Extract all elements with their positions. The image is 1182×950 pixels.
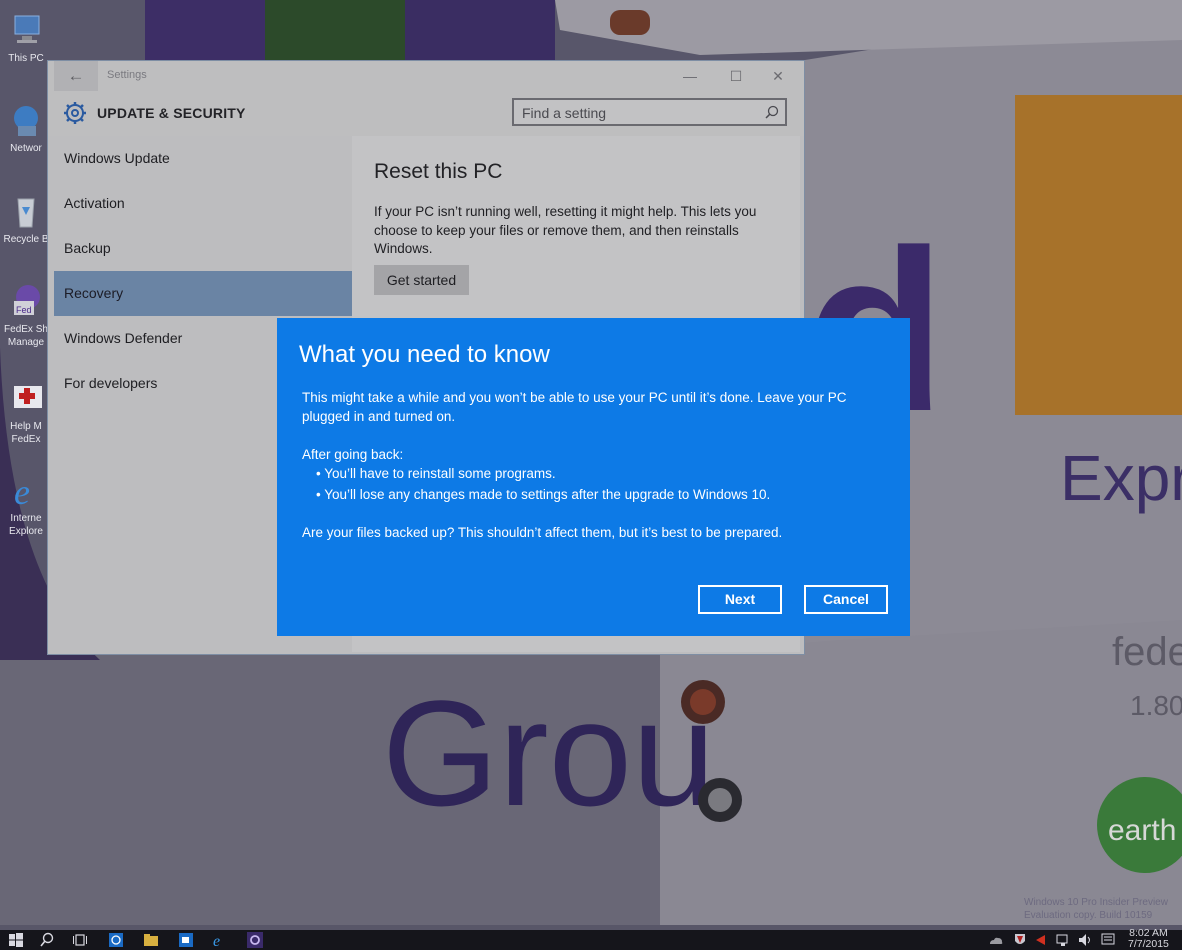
start-windows-icon[interactable] bbox=[8, 932, 24, 948]
close-button[interactable]: ✕ bbox=[756, 61, 800, 91]
recycle-bin-icon bbox=[17, 198, 35, 228]
desktop-icon-recycle-bin[interactable]: Recycle B bbox=[0, 193, 52, 246]
desktop-icon-label: FedEx Sh Manage bbox=[4, 324, 48, 348]
internet-explorer-icon[interactable]: e bbox=[212, 932, 228, 948]
dialog-paragraph: Are your files backed up? This shouldn’t… bbox=[302, 525, 783, 540]
desktop-icon-internet-explorer[interactable]: e Interne Explore bbox=[0, 472, 52, 538]
desktop-icon-label: Help M FedEx bbox=[10, 421, 42, 445]
page-title: UPDATE & SECURITY bbox=[97, 105, 246, 121]
desktop-icon-label: Networ bbox=[10, 143, 42, 154]
volume-icon[interactable] bbox=[1077, 932, 1093, 948]
back-button[interactable]: ← bbox=[54, 61, 98, 91]
dialog-paragraph: This might take a while and you won’t be… bbox=[302, 390, 847, 424]
svg-text:fede: fede bbox=[1112, 630, 1182, 674]
sidebar-item-windows-update[interactable]: Windows Update bbox=[54, 136, 352, 181]
desktop-icon-help-fedex[interactable]: Help M FedEx bbox=[0, 380, 52, 446]
back-arrow-icon: ← bbox=[67, 66, 85, 85]
window-titlebar[interactable]: ← Settings — ☐ ✕ bbox=[48, 61, 804, 91]
next-button[interactable]: Next bbox=[698, 585, 782, 614]
svg-text:Fed: Fed bbox=[16, 305, 32, 315]
maximize-button[interactable]: ☐ bbox=[714, 61, 758, 91]
dialog-bullet-list: You’ll have to reinstall some programs. … bbox=[302, 464, 892, 504]
help-fedex-icon bbox=[14, 386, 42, 408]
svg-text:earth: earth bbox=[1108, 814, 1176, 847]
window-title: Settings bbox=[107, 69, 147, 81]
this-pc-icon bbox=[14, 15, 40, 43]
taskbar-clock[interactable]: 8:02 AM 7/7/2015 bbox=[1128, 928, 1169, 950]
desktop-icon-label: Recycle B bbox=[3, 234, 49, 245]
settings-header: UPDATE & SECURITY bbox=[48, 91, 804, 136]
close-icon: ✕ bbox=[772, 68, 784, 84]
desktop-icon-network[interactable]: Networ bbox=[0, 102, 52, 155]
task-view-icon[interactable] bbox=[72, 932, 88, 948]
network-icon bbox=[14, 106, 38, 136]
svg-text:e: e bbox=[14, 472, 30, 510]
svg-text:e: e bbox=[213, 933, 220, 948]
dialog-subheading: After going back: bbox=[302, 447, 404, 462]
fedex-ship-manager-icon: Fed bbox=[14, 285, 40, 315]
minimize-button[interactable]: — bbox=[668, 61, 712, 91]
desktop-icon-fedex-ship-manager[interactable]: Fed FedEx Sh Manage bbox=[0, 283, 52, 349]
network-status-icon[interactable] bbox=[1055, 932, 1071, 948]
list-item: You’ll have to reinstall some programs. bbox=[316, 464, 892, 483]
evaluation-watermark: Windows 10 Pro Insider Preview Evaluatio… bbox=[1024, 897, 1168, 921]
desktop-icon-label: Interne Explore bbox=[9, 513, 43, 537]
search-icon[interactable] bbox=[39, 932, 55, 948]
dialog-body: This might take a while and you won’t be… bbox=[302, 388, 892, 542]
outlook-icon[interactable] bbox=[178, 932, 194, 948]
svg-text:1.800: 1.800 bbox=[1130, 690, 1182, 721]
list-item: You’ll lose any changes made to settings… bbox=[316, 485, 892, 504]
cancel-button[interactable]: Cancel bbox=[804, 585, 888, 614]
maximize-icon: ☐ bbox=[729, 68, 743, 84]
svg-text:Grou: Grou bbox=[382, 669, 715, 837]
what-you-need-to-know-dialog: What you need to know This might take a … bbox=[277, 318, 910, 636]
search-input[interactable] bbox=[522, 104, 757, 122]
file-explorer-icon[interactable] bbox=[143, 932, 159, 948]
antivirus-icon[interactable] bbox=[1012, 932, 1028, 948]
clock-date: 7/7/2015 bbox=[1128, 938, 1169, 950]
action-center-icon[interactable] bbox=[1100, 932, 1116, 948]
flag-alert-icon[interactable] bbox=[1032, 932, 1048, 948]
internet-explorer-icon: e bbox=[14, 472, 30, 510]
settings-gear-icon[interactable] bbox=[247, 932, 263, 948]
search-icon[interactable] bbox=[765, 105, 779, 119]
onedrive-icon[interactable] bbox=[988, 932, 1004, 948]
sidebar-item-activation[interactable]: Activation bbox=[54, 181, 352, 226]
dialog-title: What you need to know bbox=[299, 341, 550, 368]
search-box[interactable] bbox=[512, 98, 787, 126]
section-heading: Reset this PC bbox=[374, 160, 503, 183]
svg-text:Expre: Expre bbox=[1060, 442, 1182, 514]
desktop-icon-label: This PC bbox=[8, 53, 44, 64]
taskbar: e 8:02 AM 7/7/2015 bbox=[0, 928, 1182, 950]
store-icon[interactable] bbox=[108, 932, 124, 948]
section-description: If your PC isn’t running well, resetting… bbox=[374, 204, 757, 256]
gear-icon bbox=[64, 102, 86, 124]
get-started-button[interactable]: Get started bbox=[374, 265, 469, 295]
minimize-icon: — bbox=[683, 68, 697, 84]
sidebar-item-recovery[interactable]: Recovery bbox=[54, 271, 352, 316]
desktop-icon-this-pc[interactable]: This PC bbox=[0, 12, 52, 65]
sidebar-item-backup[interactable]: Backup bbox=[54, 226, 352, 271]
